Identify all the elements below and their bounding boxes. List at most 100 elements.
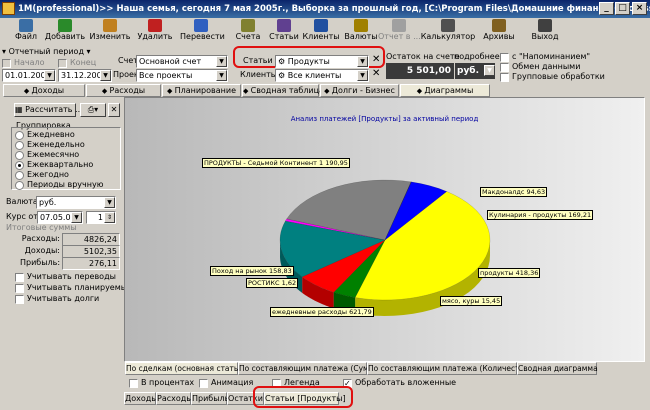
- chart-tab-0[interactable]: По сделкам (основная статья): [125, 362, 246, 375]
- toolbar-label: Валюты: [344, 32, 378, 41]
- sidebar-checkbox-1[interactable]: [15, 284, 24, 293]
- toolbar-button-3[interactable]: Удалить: [134, 18, 176, 46]
- balance-detail-link[interactable]: подробнее: [454, 52, 500, 61]
- file-icon: [19, 19, 33, 32]
- rate-label: Курс от: [6, 212, 38, 221]
- toolbar-label: Отчет в ...: [378, 32, 421, 41]
- clients-label: Клиенты: [240, 70, 278, 79]
- balance-currency[interactable]: руб. ▼: [455, 63, 495, 79]
- maximize-button[interactable]: □: [615, 2, 630, 15]
- chart-tab-2[interactable]: По составляющим платежа (Количество): [367, 362, 531, 375]
- tab-4[interactable]: ◆ Долги - Бизнес: [320, 84, 399, 97]
- articles-icon: ⚙: [278, 57, 288, 66]
- chevron-down-icon[interactable]: ▼: [357, 70, 368, 81]
- toolbar-button-2[interactable]: Изменить: [89, 18, 131, 46]
- debts-icon: ◆: [324, 87, 332, 95]
- pie-label-7: Поход на рынок 158,83: [210, 266, 294, 276]
- chart-tab-3[interactable]: Сводная диаграмма: [517, 362, 598, 375]
- toolbar-label: Статьи: [269, 32, 299, 41]
- toolbar-button-7[interactable]: Клиенты: [300, 18, 342, 46]
- clients-select[interactable]: ⚙ Все клиенты ▼: [275, 69, 369, 82]
- end-checkbox[interactable]: [58, 59, 67, 68]
- chart-option-checkbox-1[interactable]: [199, 379, 208, 388]
- start-date-field[interactable]: 01.01.2004 ▼: [2, 69, 56, 82]
- pie-chart: [279, 179, 491, 316]
- sidebar-checkbox-0[interactable]: [15, 273, 24, 282]
- sidebar-checkbox-label: Учитывать планируемые: [27, 283, 132, 292]
- tab-1[interactable]: ◆ Расходы: [86, 84, 161, 97]
- grouping-radio-0[interactable]: [15, 131, 24, 140]
- spinner-icon[interactable]: ⇕: [104, 212, 115, 223]
- bottom-tab-2[interactable]: Прибыль: [191, 392, 229, 405]
- tab-label: Планирование: [174, 86, 236, 95]
- clear-articles-icon[interactable]: ✕: [372, 54, 380, 65]
- grouping-radio-2[interactable]: [15, 151, 24, 160]
- pie-label-6: РОСТИКС 1,62: [246, 278, 299, 288]
- toolbar-button-6[interactable]: Статьи: [263, 18, 305, 46]
- chevron-down-icon[interactable]: ▼: [484, 65, 495, 76]
- toolbar-button-1[interactable]: Добавить: [44, 18, 86, 46]
- toolbar-button-9[interactable]: Отчет в ...: [378, 18, 421, 46]
- bottom-tab-1[interactable]: Расходы: [156, 392, 193, 405]
- pie-label-5: ежедневные расходы 621,79: [270, 307, 374, 317]
- chart-option-label: Анимация: [211, 378, 254, 387]
- pie-label-4: мясо, куры 15,45: [440, 296, 503, 306]
- chevron-down-icon[interactable]: ▼: [216, 70, 227, 81]
- group-processing-checkbox[interactable]: [500, 73, 509, 82]
- chevron-down-icon[interactable]: ▼: [44, 70, 55, 81]
- calculate-button[interactable]: ▦ Рассчитать ...: [14, 103, 83, 117]
- project-select[interactable]: Все проекты ▼: [136, 69, 228, 82]
- calculator-icon: ▦: [15, 105, 26, 114]
- toolbar-button-4[interactable]: Перевести: [180, 18, 225, 46]
- pie-label-2: Кулинария - продукты 169,21: [487, 210, 594, 220]
- minimize-button[interactable]: _: [599, 2, 614, 15]
- chevron-down-icon[interactable]: ▼: [104, 197, 115, 208]
- exchange-checkbox[interactable]: [500, 63, 509, 72]
- sidebar-checkbox-2[interactable]: [15, 295, 24, 304]
- chevron-down-icon[interactable]: ▼: [357, 56, 368, 67]
- start-checkbox[interactable]: [2, 59, 11, 68]
- chevron-down-icon[interactable]: ▼: [216, 56, 227, 67]
- close-icon: ✕: [110, 105, 118, 114]
- chart-tab-1[interactable]: По составляющим платежа (Сумма): [238, 362, 382, 375]
- sidebar-checkbox-label: Учитывать долги: [27, 294, 100, 303]
- toolbar-button-11[interactable]: Архивы: [478, 18, 520, 46]
- close-panel-button[interactable]: ✕: [108, 103, 120, 117]
- grouping-radio-1[interactable]: [15, 141, 24, 150]
- toolbar-button-0[interactable]: Файл: [5, 18, 47, 46]
- close-button[interactable]: ×: [632, 2, 647, 15]
- rate-value-field[interactable]: 1 ⇕: [86, 211, 116, 224]
- toolbar-label: Удалить: [137, 32, 173, 41]
- app-icon: [2, 2, 15, 15]
- calculator-icon: [441, 19, 455, 32]
- toolbar-label: Архивы: [483, 32, 515, 41]
- toolbar-button-12[interactable]: Выход: [524, 18, 566, 46]
- chart-option-checkbox-0[interactable]: [129, 379, 138, 388]
- grouping-radio-3[interactable]: [15, 161, 24, 170]
- chevron-down-icon[interactable]: ▼: [71, 212, 82, 223]
- reminders-checkbox[interactable]: [500, 53, 509, 62]
- balance-value: 5 501,00: [386, 63, 454, 79]
- chevron-down-icon[interactable]: ▼: [100, 70, 111, 81]
- bottom-tab-0[interactable]: Доходы: [124, 392, 158, 405]
- clear-clients-icon[interactable]: ✕: [372, 68, 380, 79]
- end-date-field[interactable]: 31.12.2004 ▼: [58, 69, 112, 82]
- print-button[interactable]: ⎙▾: [80, 103, 106, 117]
- tab-0[interactable]: ◆ Доходы: [3, 84, 85, 97]
- currency-select[interactable]: руб. ▼: [36, 196, 116, 209]
- account-label: Счет: [118, 56, 138, 65]
- tab-5[interactable]: ◆ Диаграммы: [400, 84, 490, 97]
- toolbar-button-8[interactable]: Валюты: [340, 18, 382, 46]
- toolbar-button-10[interactable]: Калькулятор: [420, 18, 476, 46]
- tab-3[interactable]: ◆ Сводная таблица: [242, 84, 324, 97]
- toolbar-label: Калькулятор: [420, 32, 476, 41]
- report-icon: [392, 19, 406, 32]
- accounts-icon: [241, 19, 255, 32]
- account-select[interactable]: Основной счет ▼: [136, 55, 228, 68]
- grouping-radio-4[interactable]: [15, 171, 24, 180]
- articles-select[interactable]: ⚙ Продукты ▼: [275, 55, 369, 68]
- grouping-label: Ежегодно: [27, 170, 69, 179]
- chart-option-label: Обработать вложенные: [355, 378, 457, 387]
- tab-2[interactable]: ◆ Планирование: [162, 84, 241, 97]
- grouping-radio-5[interactable]: [15, 181, 24, 190]
